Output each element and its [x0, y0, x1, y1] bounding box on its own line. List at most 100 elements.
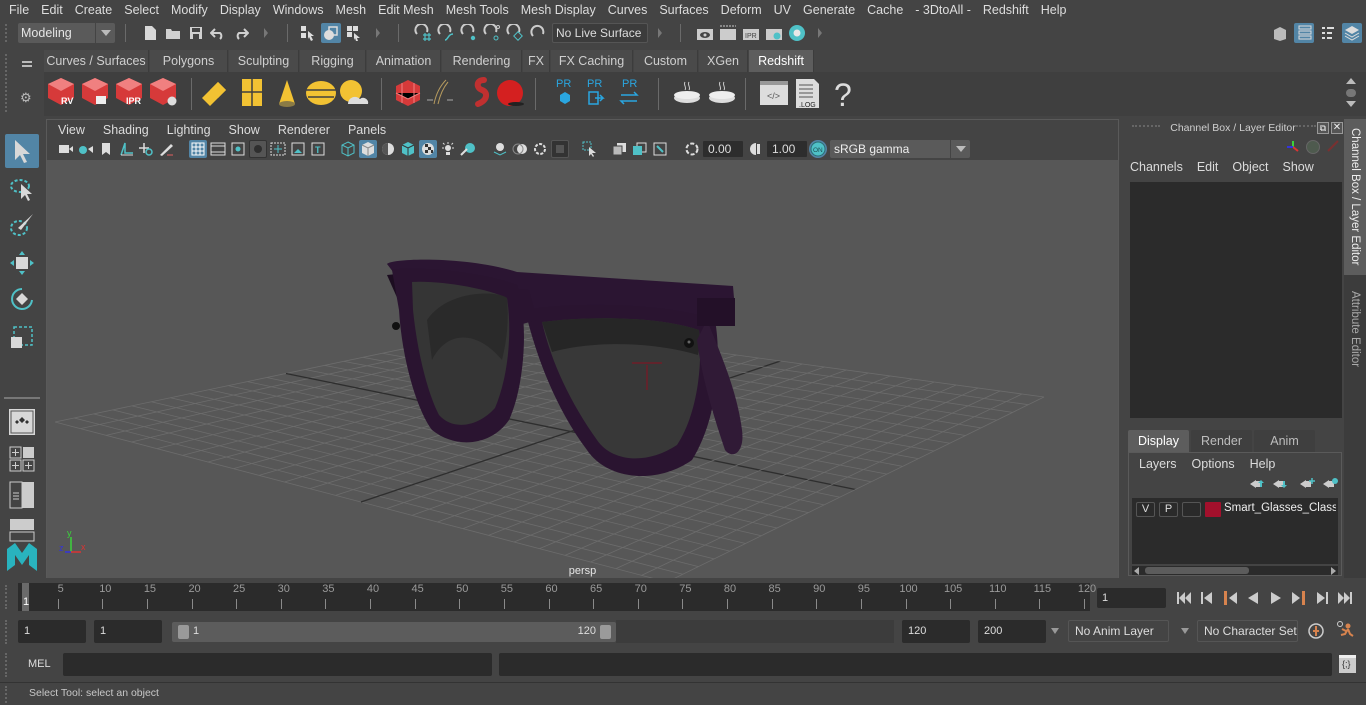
scroll-thumb[interactable] [1145, 567, 1249, 574]
live-surface-field[interactable]: No Live Surface [552, 23, 648, 43]
redshift-render-settings-icon[interactable] [150, 78, 177, 106]
shelf-scroll-dot-icon[interactable] [1346, 89, 1356, 97]
menu-file[interactable]: File [3, 3, 35, 17]
redshift-hair-icon[interactable] [427, 79, 453, 105]
menu-deform[interactable]: Deform [715, 3, 768, 17]
new-layer-selected-icon[interactable] [1322, 477, 1338, 492]
redshift-batch-render-icon[interactable] [82, 78, 108, 105]
menu-mesh[interactable]: Mesh [330, 3, 373, 17]
motion-blur-icon[interactable] [511, 140, 529, 158]
viewport-scene[interactable]: y x z persp [47, 160, 1118, 578]
redshift-script-icon[interactable]: </> [760, 81, 788, 105]
shelf-tab-rigging[interactable]: Rigging [300, 50, 366, 72]
move-layer-up-icon[interactable] [1249, 478, 1265, 493]
channel-box-menu-object[interactable]: Object [1232, 160, 1268, 174]
attribute-editor-toggle-icon[interactable] [1294, 23, 1314, 43]
two-d-pan-zoom-icon[interactable] [137, 140, 155, 158]
isolate-select-icon[interactable] [581, 140, 599, 158]
smart-glasses-model[interactable] [387, 259, 743, 477]
exposure-field[interactable]: 0.00 [703, 141, 743, 157]
shelf-tab-redshift[interactable]: Redshift [749, 50, 814, 72]
current-frame-field[interactable]: 1 [1097, 588, 1166, 608]
menu-generate[interactable]: Generate [797, 3, 861, 17]
select-by-component-icon[interactable] [344, 23, 364, 43]
step-forward-frame-icon[interactable] [1313, 589, 1331, 607]
shadows-icon[interactable] [459, 140, 477, 158]
film-gate-icon[interactable] [209, 140, 227, 158]
layer-menu-layers[interactable]: Layers [1139, 457, 1177, 471]
step-back-frame-icon[interactable] [1198, 589, 1216, 607]
menu-create[interactable]: Create [69, 3, 119, 17]
shelf-settings-icon[interactable]: ⚙ [20, 90, 32, 106]
new-layer-icon[interactable] [1299, 477, 1315, 492]
help-icon[interactable]: ? [834, 77, 852, 113]
play-backwards-icon[interactable] [1244, 589, 1262, 607]
multisample-aa-icon[interactable] [531, 140, 549, 158]
redshift-sphere-icon[interactable] [497, 80, 524, 106]
float-panel-icon[interactable]: ⧉ [1317, 122, 1329, 134]
render-settings-icon[interactable] [764, 23, 784, 43]
move-layer-down-icon[interactable] [1272, 478, 1288, 493]
hypershade-icon[interactable] [787, 23, 807, 43]
grease-pencil-icon[interactable] [157, 140, 175, 158]
shelf-tab-animation[interactable]: Animation [367, 50, 441, 72]
layer-tab-render[interactable]: Render [1191, 430, 1252, 452]
select-camera-icon[interactable] [57, 140, 75, 158]
color-management-toggle[interactable]: ON [809, 140, 827, 158]
shelf-tab-rendering[interactable]: Rendering [442, 50, 522, 72]
panel-grip[interactable] [1296, 125, 1316, 130]
redshift-pr-swap-icon[interactable]: PR [619, 78, 639, 105]
menu-edit-mesh[interactable]: Edit Mesh [372, 3, 440, 17]
menu-3dtoall[interactable]: - 3DtoAll - [909, 3, 977, 17]
layer-playback-toggle[interactable]: P [1159, 502, 1178, 517]
shelf-tab-xgen[interactable]: XGen [699, 50, 748, 72]
viewport-menu-lighting[interactable]: Lighting [158, 123, 220, 137]
lasso-tool-icon[interactable] [5, 172, 39, 206]
command-line-grip[interactable] [5, 653, 9, 677]
xray-active-components-icon[interactable] [631, 140, 649, 158]
scene-canvas[interactable]: y x z [47, 160, 1118, 578]
shelf-tab-fx-caching[interactable]: FX Caching [551, 50, 633, 72]
character-set-select[interactable]: No Character Set [1197, 620, 1298, 642]
collapse-arrow[interactable] [376, 28, 380, 38]
status-line-grip[interactable] [5, 24, 9, 42]
animation-preferences-icon[interactable] [1335, 620, 1355, 643]
redshift-log-icon[interactable]: .LOG [796, 79, 819, 109]
range-slider-grip[interactable] [5, 620, 9, 644]
viewport-menu-shading[interactable]: Shading [94, 123, 158, 137]
open-scene-icon[interactable] [163, 23, 183, 43]
xray-joints-icon[interactable] [651, 140, 669, 158]
menu-edit[interactable]: Edit [35, 3, 69, 17]
menu-uv[interactable]: UV [768, 3, 797, 17]
viewport-menu-show[interactable]: Show [220, 123, 269, 137]
redshift-sun-sky-icon[interactable] [340, 80, 369, 104]
default-material-icon[interactable] [379, 140, 397, 158]
make-live-icon[interactable] [528, 23, 548, 43]
command-input[interactable] [63, 653, 492, 676]
screen-space-ao-icon[interactable] [491, 140, 509, 158]
four-view-layout-icon[interactable] [5, 442, 39, 476]
shelf-tab-fx[interactable]: FX [523, 50, 550, 72]
channel-box-area[interactable] [1130, 182, 1342, 418]
snap-grid-icon[interactable] [413, 23, 433, 43]
shelf-tab-curves-surfaces[interactable]: Curves / Surfaces [44, 50, 149, 72]
menu-display[interactable]: Display [214, 3, 267, 17]
layer-name[interactable]: Smart_Glasses_Classic_ [1224, 502, 1336, 514]
ipr-render-icon[interactable]: IPR [741, 23, 761, 43]
range-end-handle[interactable] [600, 625, 611, 639]
save-scene-icon[interactable] [186, 23, 206, 43]
menu-redshift[interactable]: Redshift [977, 3, 1035, 17]
layer-visibility-toggle[interactable]: V [1136, 502, 1155, 517]
animation-end-field[interactable]: 200 [978, 620, 1046, 643]
select-by-object-icon[interactable] [321, 23, 341, 43]
gate-mask-icon[interactable] [249, 140, 267, 158]
menu-select[interactable]: Select [118, 3, 165, 17]
close-panel-icon[interactable]: ✕ [1331, 122, 1343, 134]
redshift-proxy-icon[interactable] [395, 80, 421, 106]
wireframe-on-shaded-icon[interactable] [399, 140, 417, 158]
scroll-left-icon[interactable] [1134, 567, 1139, 575]
redshift-volume-icon[interactable] [474, 77, 490, 107]
playback-end-field[interactable]: 120 [902, 620, 970, 643]
speed-toggle-icon[interactable] [1306, 140, 1320, 154]
menu-mesh-tools[interactable]: Mesh Tools [440, 3, 515, 17]
